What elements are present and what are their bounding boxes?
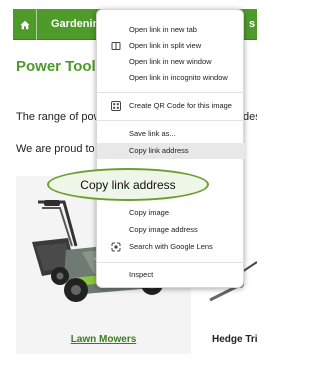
intro-paragraph: The range of powe: [16, 111, 108, 123]
menu-item-label: Open link in new tab: [129, 25, 197, 34]
menu-item-copy-link-address[interactable]: Copy link address: [97, 143, 245, 159]
menu-item-search-google-lens[interactable]: Search with Google Lens: [97, 239, 245, 255]
menu-item-inspect[interactable]: Inspect: [97, 267, 245, 283]
home-icon: [20, 20, 29, 29]
menu-item-label: Copy link address: [129, 146, 189, 155]
page-title: Power Tools: [16, 58, 105, 75]
menu-item-open-new-tab[interactable]: Open link in new tab: [97, 22, 245, 38]
menu-item-label: Search with Google Lens: [129, 242, 213, 251]
menu-item-label: Inspect: [129, 270, 154, 279]
lawn-mowers-link[interactable]: Lawn Mowers: [16, 334, 191, 345]
menu-item-label: Copy image: [129, 208, 170, 217]
qr-code-icon: [111, 101, 121, 111]
hedge-trimmers-label[interactable]: Hedge Trim: [212, 334, 257, 345]
menu-separator: [97, 262, 245, 263]
web-page: Gardening s Power Tools The range of pow…: [0, 0, 257, 373]
context-menu: Open link in new tab Open link in split …: [96, 9, 245, 288]
callout-annotation: Copy link address: [47, 168, 209, 201]
menu-item-save-link-as[interactable]: Save link as...: [97, 126, 245, 142]
menu-item-label: Create QR Code for this image: [129, 101, 232, 110]
menu-item-open-incognito[interactable]: Open link in incognito window: [97, 70, 245, 86]
proud-paragraph: We are proud to o: [16, 143, 104, 155]
menu-item-create-qr[interactable]: Create QR Code for this image: [97, 98, 245, 114]
menu-item-label: Save link as...: [129, 129, 176, 138]
menu-item-label: Open link in new window: [129, 57, 212, 66]
nav-home-button[interactable]: [13, 9, 37, 40]
menu-item-copy-image-address[interactable]: Copy image address: [97, 222, 245, 238]
callout-text: Copy link address: [80, 177, 176, 192]
menu-separator: [97, 92, 245, 93]
menu-item-label: Open link in incognito window: [129, 73, 228, 82]
menu-item-open-new-window[interactable]: Open link in new window: [97, 54, 245, 70]
menu-item-open-split-view[interactable]: Open link in split view: [97, 38, 245, 54]
menu-item-copy-image[interactable]: Copy image: [97, 205, 245, 221]
menu-item-label: Open link in split view: [129, 41, 202, 50]
split-view-icon: [111, 42, 121, 50]
intro-paragraph-end: des: [243, 111, 257, 123]
menu-item-label: Copy image address: [129, 225, 198, 234]
menu-separator: [97, 120, 245, 121]
google-lens-icon: [111, 242, 121, 252]
